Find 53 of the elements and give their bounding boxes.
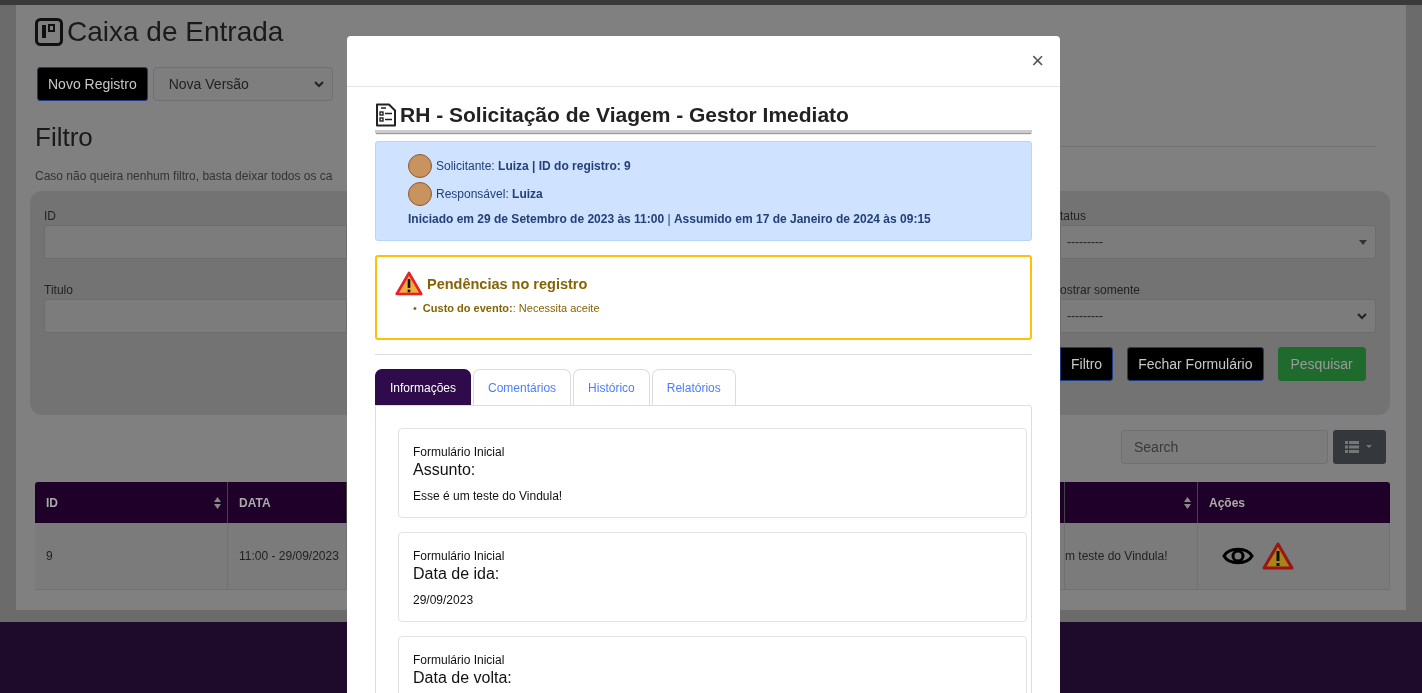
input-field[interactable] — [44, 225, 347, 259]
version-select[interactable]: Nova Versão — [152, 67, 333, 101]
close-button[interactable]: × — [1027, 50, 1048, 72]
filter-button[interactable]: Fechar Formulário — [1127, 347, 1264, 381]
chevron-icon — [1357, 312, 1367, 320]
section-label: Formulário Inicial — [413, 445, 506, 459]
list-icon — [1344, 441, 1375, 453]
select-field[interactable]: --------- — [1060, 225, 1376, 259]
bullet: • — [413, 302, 417, 314]
table-cell: 9 — [46, 549, 53, 563]
column-header[interactable]: ID — [35, 482, 228, 523]
dates-text: Iniciado em 29 de Setembro de 2023 às 11:00 | Assumido em 17 de Janeiro de 2024 às 09:15 — [408, 212, 931, 226]
field-label: Assunto: — [413, 461, 477, 479]
tab[interactable]: Comentários — [473, 369, 572, 405]
columns-dropdown-button[interactable] — [1333, 430, 1386, 464]
filter-button[interactable]: Filtro — [1060, 347, 1114, 381]
requester-text: Solicitante: Luiza | ID do registro: 9 — [436, 159, 631, 173]
section-label: Formulário Inicial — [413, 653, 506, 667]
section-label: Formulário Inicial — [413, 549, 506, 563]
column-header[interactable]: DATA — [228, 482, 347, 523]
field-label: ostrar somente — [1060, 282, 1142, 299]
board-icon — [35, 18, 63, 46]
warning-icon — [395, 271, 423, 296]
field-label: Data de ida: — [413, 565, 501, 583]
warning-icon[interactable] — [1262, 542, 1294, 570]
pending-title: Pendências no registro — [427, 275, 588, 292]
tab[interactable]: Relatórios — [651, 369, 736, 405]
chevron-icon — [313, 80, 324, 88]
column-header: Ações — [1198, 482, 1390, 523]
field-label: Titulo — [44, 282, 74, 299]
pending-item: Custo do evento:: Necessita aceite — [422, 302, 600, 314]
tab[interactable]: Histórico — [573, 369, 650, 405]
document-icon — [375, 103, 397, 127]
avatar — [408, 182, 432, 206]
modal-title: RH - Solicitação de Viagem - Gestor Imediato — [400, 102, 849, 128]
field-label: Data de volta: — [413, 669, 513, 687]
field-value: Esse é um teste do Vindula! — [413, 489, 564, 503]
select-field[interactable]: --------- — [1060, 299, 1376, 333]
page-title: Caixa de Entrada — [67, 15, 284, 49]
filter-hint: Caso não queira nenhum filtro, basta deixar todos os ca — [35, 169, 334, 183]
responsible-text: Responsável: Luiza — [436, 187, 543, 201]
field-label: ID — [44, 208, 57, 225]
filter-heading: Filtro — [35, 121, 94, 154]
new-record-button[interactable]: Novo Registro — [37, 67, 148, 101]
field-value: 29/09/2023 — [413, 593, 475, 607]
caret-icon — [1359, 239, 1367, 245]
avatar — [408, 154, 432, 178]
table-cell: 11:00 - 29/09/2023 — [239, 549, 339, 563]
table-cell: m teste do Vindula! — [1065, 549, 1168, 563]
input-field[interactable] — [44, 299, 347, 333]
search-field[interactable]: Search — [1121, 430, 1328, 464]
field-label: tatus — [1060, 208, 1087, 225]
tab[interactable]: Informações — [375, 369, 472, 405]
